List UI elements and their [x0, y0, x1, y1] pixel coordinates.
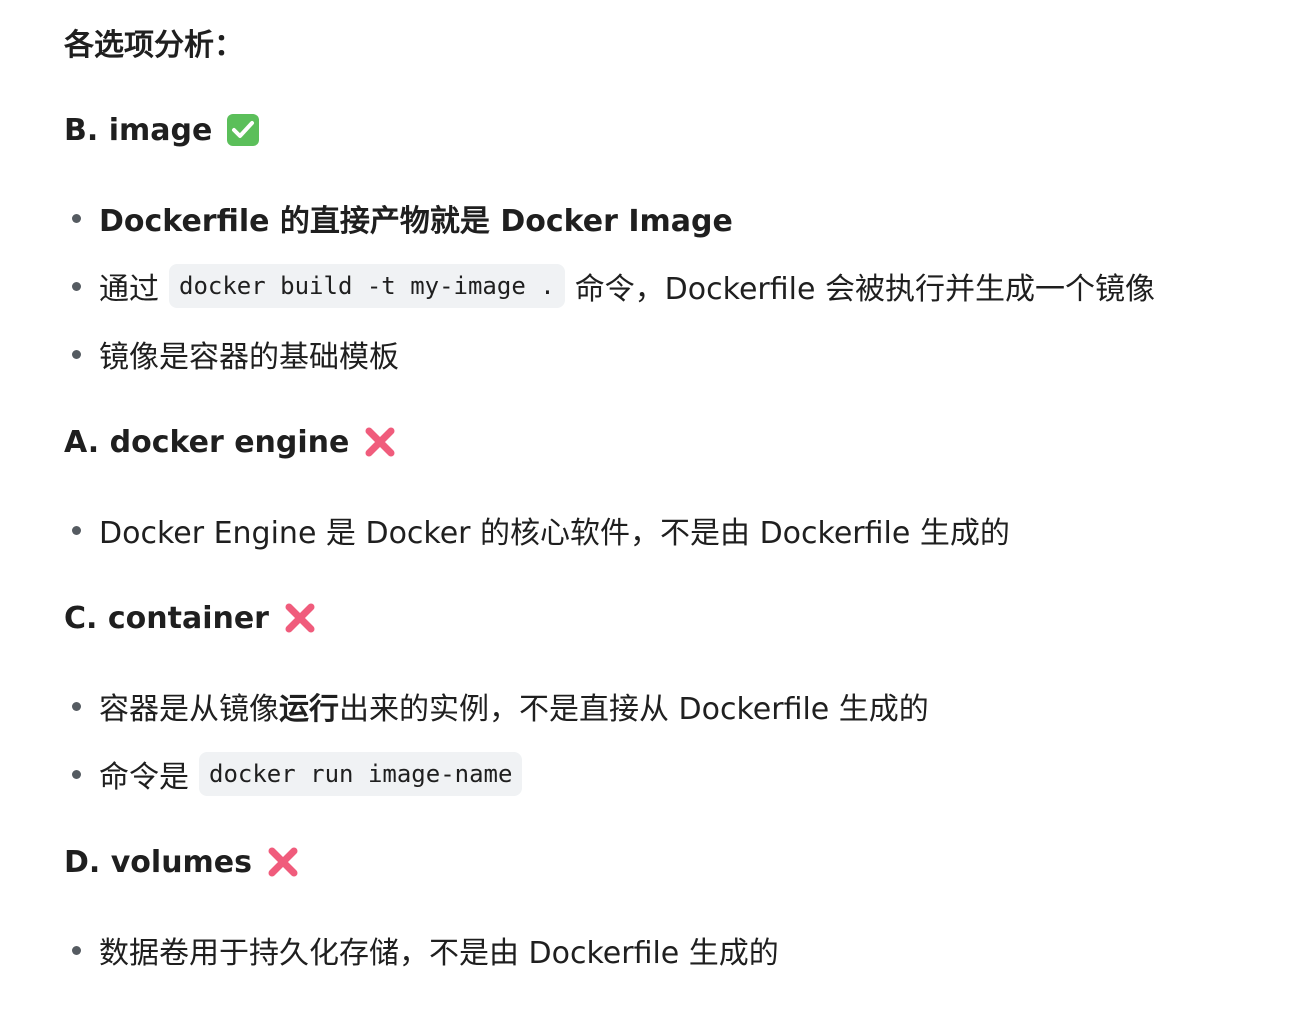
section-heading-b: B. image [64, 108, 260, 152]
list-item-text: 数据卷用于持久化存储，不是由 Dockerfile 生成的 [99, 936, 779, 971]
list-item-text-before: 通过 [99, 272, 159, 307]
list-item: 容器是从镜像 运行 出来的实例，不是直接从 Dockerfile 生成的 [64, 684, 929, 728]
page-title: 各选项分析： [64, 28, 244, 63]
list-item-text: Dockerfile 的直接产物就是 Docker Image [99, 204, 733, 239]
section-heading-a-label: A. docker engine [64, 424, 350, 460]
cross-mark-icon [266, 845, 300, 879]
list-item: 数据卷用于持久化存储，不是由 Dockerfile 生成的 [64, 928, 779, 972]
list-item: Dockerfile 的直接产物就是 Docker Image [64, 196, 733, 240]
list-item-text: Docker Engine 是 Docker 的核心软件，不是由 Dockerf… [99, 516, 1010, 551]
list-item: Docker Engine 是 Docker 的核心软件，不是由 Dockerf… [64, 508, 1010, 552]
list-item-text: 镜像是容器的基础模板 [99, 340, 399, 375]
section-heading-b-label: B. image [64, 112, 213, 148]
list-item-text-bold: 运行 [279, 692, 339, 727]
bullet-dot [72, 213, 81, 223]
list-item-text-before: 容器是从镜像 [99, 692, 279, 727]
section-heading-d-label: D. volumes [64, 844, 253, 880]
list-item-text-after: 命令，Dockerfile 会被执行并生成一个镜像 [574, 272, 1155, 307]
bullet-dot [72, 945, 81, 955]
bullet-dot [72, 769, 81, 779]
section-heading-c-label: C. container [64, 600, 269, 636]
inline-code: docker build -t my-image . [169, 264, 565, 308]
section-heading-d: D. volumes [64, 840, 300, 884]
list-item: 命令是 docker run image-name [64, 752, 532, 796]
section-heading-c: C. container [64, 596, 317, 640]
cross-mark-icon [283, 601, 317, 635]
section-heading-a: A. docker engine [64, 420, 397, 464]
inline-code: docker run image-name [199, 752, 523, 796]
cross-mark-icon [363, 425, 397, 459]
bullet-dot [72, 525, 81, 535]
list-item: 镜像是容器的基础模板 [64, 332, 399, 376]
list-item: 通过 docker build -t my-image . 命令，Dockerf… [64, 264, 1155, 308]
bullet-dot [72, 349, 81, 359]
bullet-dot [72, 701, 81, 711]
list-item-text-after: 出来的实例，不是直接从 Dockerfile 生成的 [339, 692, 929, 727]
bullet-dot [72, 281, 81, 291]
list-item-text-before: 命令是 [99, 760, 189, 795]
check-mark-icon [226, 113, 260, 147]
